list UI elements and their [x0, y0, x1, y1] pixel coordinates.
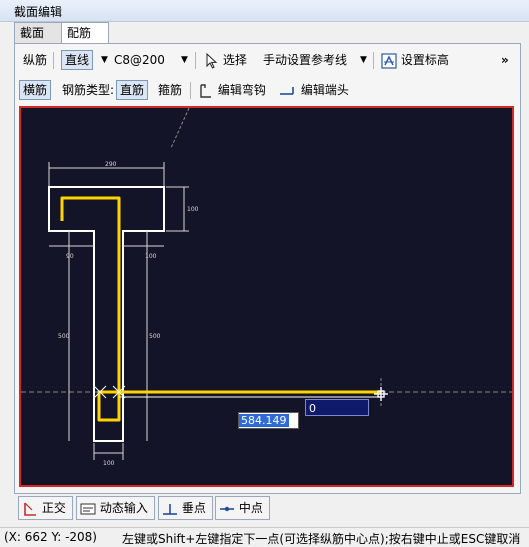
- toolbar-separator: [373, 52, 374, 69]
- dimension-labels: 290 100 90 100 500 500 100: [58, 161, 199, 467]
- edit-end-button[interactable]: 编辑端头: [279, 80, 349, 100]
- dim-left-web-height: 500: [58, 333, 70, 340]
- edit-end-icon: [280, 86, 294, 95]
- dim-right-web-height: 500: [149, 333, 161, 340]
- rebar-spec-field[interactable]: C8@200: [114, 50, 165, 70]
- dynamic-input-label: 动态输入: [99, 501, 148, 515]
- dim-bottom-width: 100: [103, 460, 115, 467]
- manual-reference-line-button[interactable]: 手动设置参考线: [263, 50, 347, 70]
- set-elevation-label: 设置标高: [400, 53, 449, 67]
- edit-hook-icon: [200, 83, 211, 98]
- line-mode-button[interactable]: 直线: [61, 50, 94, 70]
- ortho-label: 正交: [41, 501, 66, 515]
- toolbar-separator: [190, 82, 191, 99]
- cursor-arrow-icon: [206, 52, 218, 69]
- dynamic-input-icon: [80, 503, 96, 514]
- angle-input[interactable]: 0: [305, 399, 369, 416]
- toolbar-draw: 纵筋 直线 ▼ C8@200 ▼ 选择 手动设置参考线 ▼ 设置标高 »: [15, 47, 520, 73]
- dynamic-input-button[interactable]: 动态输入: [76, 496, 155, 520]
- reference-line-dropdown-arrow-icon[interactable]: ▼: [360, 50, 367, 70]
- length-input[interactable]: 584.149: [238, 412, 299, 429]
- midpoint-label: 中点: [238, 501, 263, 515]
- ortho-button[interactable]: 正交: [18, 496, 73, 520]
- edit-hook-button[interactable]: 编辑弯钩: [198, 80, 266, 100]
- status-bar: (X: 662 Y: -208) 左键或Shift+左键指定下一点(可选择纵筋中…: [0, 527, 529, 546]
- toolbar-rebar: 横筋 钢筋类型: 直筋 箍筋 编辑弯钩 编辑端头: [15, 77, 520, 103]
- longitudinal-rebar-button[interactable]: 纵筋: [23, 50, 47, 70]
- window-title-bar: 截面编辑: [0, 0, 529, 22]
- length-input-value: 584.149: [239, 414, 289, 427]
- set-elevation-icon: [381, 52, 397, 69]
- perpendicular-label: 垂点: [181, 501, 206, 515]
- perpendicular-icon: [163, 503, 177, 515]
- crosshair-cursor-icon: [374, 387, 388, 401]
- straight-bar-button[interactable]: 直筋: [116, 80, 149, 100]
- dim-flange-depth: 100: [187, 206, 199, 213]
- select-label: 选择: [222, 53, 247, 67]
- diagonal-guide-line: [170, 108, 190, 149]
- window-title: 截面编辑: [14, 5, 63, 19]
- toolbar-separator: [195, 52, 196, 69]
- toolbar-separator: [53, 52, 54, 69]
- dim-top-width: 290: [105, 161, 117, 168]
- select-button[interactable]: 选择: [205, 50, 247, 70]
- horizontal-rebar-button[interactable]: 横筋: [19, 80, 52, 100]
- rebar-type-label: 钢筋类型:: [62, 83, 115, 97]
- perpendicular-snap-button[interactable]: 垂点: [158, 496, 213, 520]
- edit-end-label: 编辑端头: [300, 83, 349, 97]
- spec-dropdown-arrow-icon[interactable]: ▼: [181, 50, 188, 70]
- dim-right-offset: 100: [145, 253, 157, 260]
- reinforcement-panel: 纵筋 直线 ▼ C8@200 ▼ 选择 手动设置参考线 ▼ 设置标高 » 横筋 …: [14, 43, 521, 494]
- ortho-icon: [24, 502, 36, 516]
- stirrup-button[interactable]: 箍筋: [158, 80, 182, 100]
- tab-reinforcement[interactable]: 配筋: [61, 22, 109, 44]
- cursor-coordinates: (X: 662 Y: -208): [4, 530, 97, 544]
- midpoint-snap-button[interactable]: 中点: [215, 496, 270, 520]
- line-mode-dropdown-arrow-icon[interactable]: ▼: [101, 50, 108, 70]
- drawing-canvas[interactable]: 290 100 90 100 500 500 100 0 584.149: [19, 106, 514, 487]
- status-hint: 左键或Shift+左键指定下一点(可选择纵筋中心点);按右键中止或ESC键取消: [122, 532, 521, 546]
- midpoint-icon: [220, 506, 234, 511]
- toolbar-overflow-chevron-icon[interactable]: »: [501, 50, 509, 70]
- rebar-path: [60, 196, 381, 422]
- edit-hook-label: 编辑弯钩: [217, 83, 266, 97]
- dim-left-offset: 90: [66, 253, 74, 260]
- tab-section[interactable]: 截面: [14, 22, 62, 43]
- set-elevation-button[interactable]: 设置标高: [381, 50, 449, 70]
